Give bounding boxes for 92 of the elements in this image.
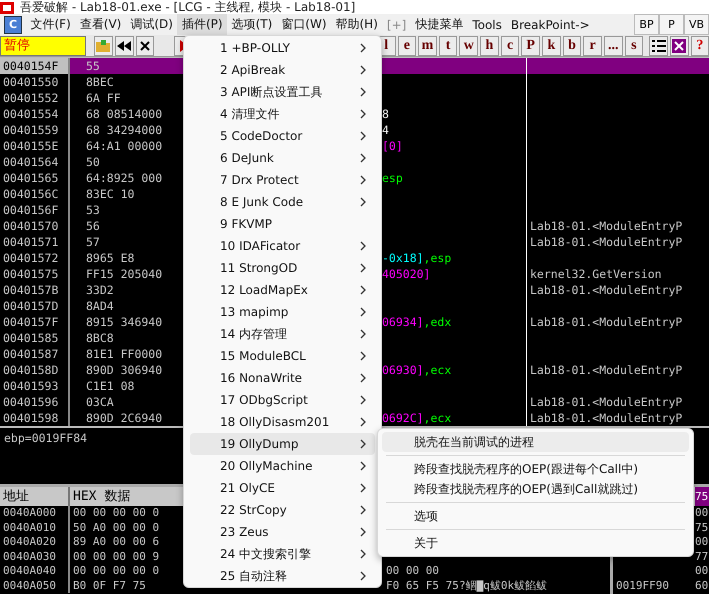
hex-cell-text: 8965 E8 bbox=[85, 250, 136, 266]
hex-cell-text: 50 A0 00 00 0 bbox=[72, 520, 160, 535]
address-cell: 00401596 bbox=[0, 394, 70, 410]
ascii-cell-text: ?鲴▇q鲅0k鲅餡鲅 bbox=[458, 578, 548, 593]
hex-cell-text: F0 65 F5 75 bbox=[385, 578, 456, 593]
value-cell: 00 bbox=[695, 506, 709, 520]
address-cell: 00401593 bbox=[0, 378, 70, 394]
address-cell: 00401575 bbox=[0, 266, 70, 282]
hex-cell-text: FF15 205040 bbox=[85, 266, 164, 282]
address-cell: 0040A040 bbox=[0, 564, 70, 578]
address-cell: 00401554 bbox=[0, 106, 70, 122]
hex-cell-text: 8BC8 bbox=[85, 330, 115, 346]
address-cell: 0040158D bbox=[0, 362, 70, 378]
address-cell: 0040A050 bbox=[0, 578, 70, 593]
value-cell: 75 bbox=[695, 520, 709, 535]
comment-text: Lab18-01.<ModuleEntryP bbox=[530, 315, 682, 329]
address-cell: 0040A030 bbox=[0, 550, 70, 564]
comment-text: Lab18-01.<ModuleEntryP bbox=[530, 411, 682, 425]
hex-cell-text: 50 bbox=[85, 154, 101, 170]
operand-text: ,esp bbox=[424, 251, 452, 265]
operand-text: ,edx bbox=[424, 315, 452, 329]
hex-cell-text: 57 bbox=[85, 234, 101, 250]
comment-text: Lab18-01.<ModuleEntryP bbox=[530, 283, 682, 297]
value-cell: 77 bbox=[695, 550, 709, 564]
hex-cell-text: 890D 2C6940 bbox=[85, 410, 164, 426]
operand-text: 06930] bbox=[382, 363, 424, 377]
address-cell: 0040154F bbox=[0, 58, 70, 74]
address-cell: 00401559 bbox=[0, 122, 70, 138]
address-cell: 0040156C bbox=[0, 186, 70, 202]
value-cell: 00 bbox=[695, 564, 709, 578]
address-cell: 0040A020 bbox=[0, 535, 70, 550]
operand-text: [0] bbox=[382, 139, 403, 153]
operand-text: ,ecx bbox=[424, 411, 452, 425]
address-cell: 00401585 bbox=[0, 330, 70, 346]
address-cell: 00401550 bbox=[0, 74, 70, 90]
address-cell: 00401571 bbox=[0, 234, 70, 250]
register-info: ebp=0019FF84 bbox=[4, 431, 88, 445]
column-header: 75 bbox=[695, 487, 709, 506]
window-title: 吾爱破解 - Lab18-01.exe - [LCG - 主线程, 模块 - Lab18-01] bbox=[20, 0, 356, 14]
status-field: 暂停 bbox=[0, 36, 86, 56]
hex-cell-text: 68 34294000 bbox=[85, 122, 164, 138]
address-cell: 00401572 bbox=[0, 250, 70, 266]
operand-text: -0x18] bbox=[382, 251, 424, 265]
comment-text: Lab18-01.<ModuleEntryP bbox=[530, 395, 682, 409]
hex-cell-text: 00 00 00 00 9 bbox=[72, 550, 160, 564]
hex-cell-text: 64:8925 000 bbox=[85, 170, 164, 186]
hex-cell-text: B0 0F F7 75 bbox=[72, 578, 147, 593]
address-cell: 00401552 bbox=[0, 90, 70, 106]
operand-text: 0692C] bbox=[382, 411, 424, 425]
operand-text: ,ecx bbox=[424, 363, 452, 377]
address-cell: 00401587 bbox=[0, 346, 70, 362]
hex-cell-text: 89 A0 00 00 6 bbox=[72, 535, 160, 550]
hex-cell-text: 68 08514000 bbox=[85, 106, 164, 122]
hex-cell-text: 56 bbox=[85, 218, 101, 234]
hex-cell-text: 8AD4 bbox=[85, 298, 115, 314]
value-cell: 00 bbox=[695, 535, 709, 550]
hex-cell-text: 00 00 00 00 0 bbox=[72, 564, 160, 578]
address-cell-text: 0019FF90 bbox=[615, 578, 670, 593]
operand-text: 4 bbox=[382, 123, 389, 137]
hex-cell-text: 81E1 FF0000 bbox=[85, 346, 164, 362]
address-cell: 00401570 bbox=[0, 218, 70, 234]
operand-text: 405020] bbox=[382, 267, 430, 281]
hex-cell-text: 03CA bbox=[85, 394, 115, 410]
address-cell: 0040157B bbox=[0, 282, 70, 298]
hex-cell-text: 64:A1 00000 bbox=[85, 138, 164, 154]
address-cell: 0040155E bbox=[0, 138, 70, 154]
value-cell: 60 bbox=[695, 578, 709, 593]
address-cell: 00401564 bbox=[0, 154, 70, 170]
hex-cell-text: 83EC 10 bbox=[85, 186, 136, 202]
address-cell: 0040157F bbox=[0, 314, 70, 330]
hex-cell-text: 00 00 00 00 0 bbox=[72, 506, 160, 520]
operand-text: 8 bbox=[382, 107, 389, 121]
comment-text: Lab18-01.<ModuleEntryP bbox=[530, 235, 682, 249]
hex-cell-text: 8BEC bbox=[85, 74, 115, 90]
hex-cell-text: 53 bbox=[85, 202, 101, 218]
hex-cell-text: 890D 306940 bbox=[85, 362, 164, 378]
hex-cell-text: 6A FF bbox=[85, 90, 122, 106]
comment-text: kernel32.GetVersion bbox=[530, 267, 662, 281]
address-cell: 0040A010 bbox=[0, 520, 70, 535]
hex-cell-text: 8915 346940 bbox=[85, 314, 164, 330]
hex-cell-text: 00 00 00 bbox=[385, 564, 440, 578]
address-cell: 0040156F bbox=[0, 202, 70, 218]
comment-text: Lab18-01.<ModuleEntryP bbox=[530, 219, 682, 233]
operand-text: 06934] bbox=[382, 315, 424, 329]
address-cell: 0040157D bbox=[0, 298, 70, 314]
comment-text: Lab18-01.<ModuleEntryP bbox=[530, 363, 682, 377]
operand-text: esp bbox=[382, 171, 403, 185]
address-cell: 0040A000 bbox=[0, 506, 70, 520]
address-cell: 00401565 bbox=[0, 170, 70, 186]
hex-cell-text: C1E1 08 bbox=[85, 378, 136, 394]
hex-cell-text: 33D2 bbox=[85, 282, 115, 298]
hex-cell-text: 55 bbox=[85, 58, 101, 74]
